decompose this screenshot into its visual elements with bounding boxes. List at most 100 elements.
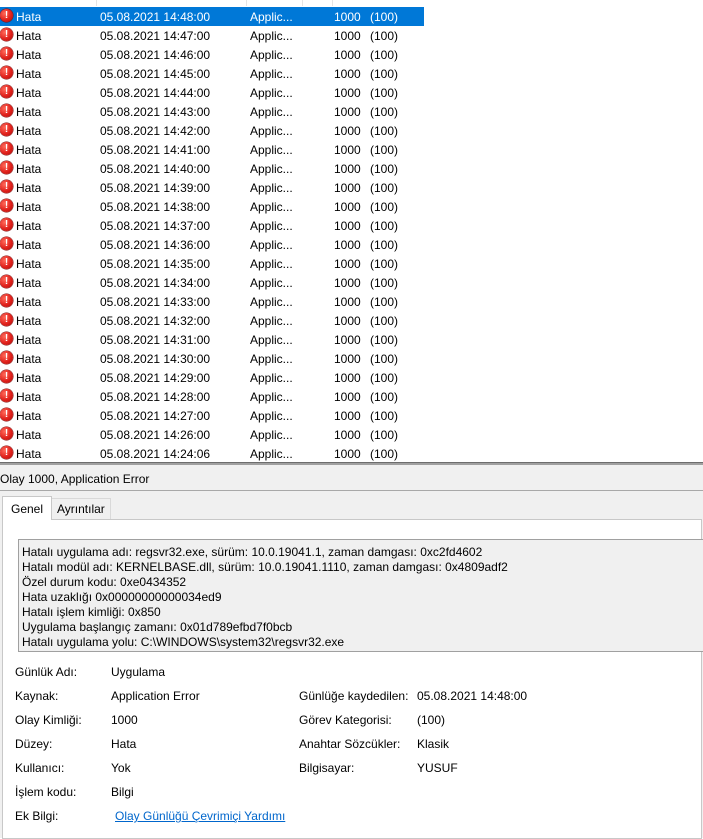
- event-level: Hata: [16, 67, 42, 81]
- event-source: Applic...: [250, 428, 293, 442]
- event-id: 1000: [334, 105, 361, 119]
- event-row[interactable]: ! Hata 05.08.2021 14:46:00 Applic... 1000 (10…: [0, 45, 703, 64]
- event-category: (100): [370, 314, 399, 328]
- event-row[interactable]: ! Hata 05.08.2021 14:31:00 Applic... 1000 (10…: [0, 330, 703, 349]
- event-row[interactable]: ! Hata 05.08.2021 14:47:00 Applic... 1000 (10…: [0, 26, 703, 45]
- event-row[interactable]: ! Hata 05.08.2021 14:28:00 Applic... 1000 (10…: [0, 387, 703, 406]
- event-row[interactable]: ! Hata 05.08.2021 14:36:00 Applic... 1000 (10…: [0, 235, 703, 254]
- event-source: Applic...: [250, 295, 293, 309]
- error-icon: !: [0, 104, 13, 117]
- event-row[interactable]: ! Hata 05.08.2021 14:38:00 Applic... 1000 (10…: [0, 197, 703, 216]
- event-level: Hata: [16, 10, 42, 24]
- event-date: 05.08.2021 14:26:00: [100, 428, 211, 442]
- event-source: Applic...: [250, 390, 293, 404]
- event-row[interactable]: ! Hata 05.08.2021 14:42:00 Applic... 1000 (10…: [0, 121, 703, 140]
- event-id: 1000: [334, 238, 361, 252]
- event-id: 1000: [334, 295, 361, 309]
- event-category: (100): [370, 333, 399, 347]
- tab-genel[interactable]: Genel: [2, 496, 53, 520]
- event-level: Hata: [16, 314, 42, 328]
- computer-label: Bilgisayar:: [299, 761, 355, 775]
- error-icon: !: [0, 256, 13, 269]
- event-row[interactable]: ! Hata 05.08.2021 14:32:00 Applic... 1000 (10…: [0, 311, 703, 330]
- error-icon: !: [0, 446, 13, 459]
- error-icon: !: [0, 142, 13, 155]
- event-id: 1000: [334, 200, 361, 214]
- event-category: (100): [370, 162, 399, 176]
- event-source: Applic...: [250, 48, 293, 62]
- event-source: Applic...: [250, 67, 293, 81]
- event-source: Applic...: [250, 219, 293, 233]
- event-row[interactable]: ! Hata 05.08.2021 14:30:00 Applic... 1000 (10…: [0, 349, 703, 368]
- event-row[interactable]: ! Hata 05.08.2021 14:41:00 Applic... 1000 (10…: [0, 140, 703, 159]
- event-list[interactable]: ! Hata 05.08.2021 14:48:00 Applic... 1000 (10…: [0, 0, 703, 462]
- event-category: (100): [370, 181, 399, 195]
- event-level: Hata: [16, 390, 42, 404]
- event-row[interactable]: ! Hata 05.08.2021 14:43:00 Applic... 1000 (10…: [0, 102, 703, 121]
- event-row[interactable]: ! Hata 05.08.2021 14:40:00 Applic... 1000 (10…: [0, 159, 703, 178]
- log-name-label: Günlük Adı:: [15, 665, 78, 679]
- event-description[interactable]: Hatalı uygulama adı: regsvr32.exe, sürüm…: [18, 539, 703, 652]
- event-id: 1000: [334, 333, 361, 347]
- column-separator[interactable]: [246, 0, 247, 6]
- event-source: Applic...: [250, 409, 293, 423]
- event-source: Applic...: [250, 257, 293, 271]
- event-category: (100): [370, 29, 399, 43]
- event-level: Hata: [16, 295, 42, 309]
- event-category: (100): [370, 352, 399, 366]
- event-level: Hata: [16, 143, 42, 157]
- event-details-pane: Olay 1000, Application Error Genel Ayrın…: [0, 465, 703, 839]
- error-icon: !: [0, 237, 13, 250]
- event-id: 1000: [334, 428, 361, 442]
- event-row[interactable]: ! Hata 05.08.2021 14:27:00 Applic... 1000 (10…: [0, 406, 703, 425]
- event-level: Hata: [16, 219, 42, 233]
- event-date: 05.08.2021 14:39:00: [100, 181, 211, 195]
- event-row[interactable]: ! Hata 05.08.2021 14:39:00 Applic... 1000 (10…: [0, 178, 703, 197]
- error-icon: !: [0, 351, 13, 364]
- source-value: Application Error: [111, 689, 200, 703]
- event-id: 1000: [334, 371, 361, 385]
- event-source: Applic...: [250, 371, 293, 385]
- event-row[interactable]: ! Hata 05.08.2021 14:45:00 Applic... 1000 (10…: [0, 64, 703, 83]
- event-date: 05.08.2021 14:40:00: [100, 162, 211, 176]
- column-separator[interactable]: [96, 0, 97, 6]
- event-category: (100): [370, 409, 399, 423]
- event-row[interactable]: ! Hata 05.08.2021 14:37:00 Applic... 1000 (10…: [0, 216, 703, 235]
- log-name-value: Uygulama: [111, 665, 166, 679]
- tab-panel-genel: Hatalı uygulama adı: regsvr32.exe, sürüm…: [2, 519, 703, 839]
- event-row[interactable]: ! Hata 05.08.2021 14:33:00 Applic... 1000 (10…: [0, 292, 703, 311]
- event-row[interactable]: ! Hata 05.08.2021 14:48:00 Applic... 1000 (10…: [0, 7, 703, 26]
- online-help-link[interactable]: Olay Günlüğü Çevrimiçi Yardımı: [115, 809, 285, 823]
- event-date: 05.08.2021 14:31:00: [100, 333, 211, 347]
- event-category: (100): [370, 428, 399, 442]
- event-category: (100): [370, 86, 399, 100]
- opcode-value: Bilgi: [111, 785, 134, 799]
- event-date: 05.08.2021 14:24:06: [100, 447, 211, 461]
- event-date: 05.08.2021 14:43:00: [100, 105, 211, 119]
- event-level: Hata: [16, 124, 42, 138]
- column-separator[interactable]: [302, 0, 303, 6]
- error-icon: !: [0, 66, 13, 79]
- event-row[interactable]: ! Hata 05.08.2021 14:34:00 Applic... 1000 (10…: [0, 273, 703, 292]
- column-separator[interactable]: [332, 0, 333, 6]
- error-icon: !: [0, 427, 13, 440]
- tab-ayrintilar[interactable]: Ayrıntılar: [51, 498, 111, 519]
- event-row[interactable]: ! Hata 05.08.2021 14:35:00 Applic... 1000 (10…: [0, 254, 703, 273]
- event-id: 1000: [334, 276, 361, 290]
- error-icon: !: [0, 180, 13, 193]
- event-row[interactable]: ! Hata 05.08.2021 14:44:00 Applic... 1000 (10…: [0, 83, 703, 102]
- event-row[interactable]: ! Hata 05.08.2021 14:24:06 Applic... 1000 (10…: [0, 444, 703, 462]
- description-line: Hatalı modül adı: KERNELBASE.dll, sürüm:…: [22, 560, 508, 574]
- event-row[interactable]: ! Hata 05.08.2021 14:26:00 Applic... 1000 (10…: [0, 425, 703, 444]
- event-category: (100): [370, 105, 399, 119]
- event-date: 05.08.2021 14:38:00: [100, 200, 211, 214]
- description-line: Özel durum kodu: 0xe0434352: [22, 575, 187, 589]
- event-date: 05.08.2021 14:32:00: [100, 314, 211, 328]
- event-date: 05.08.2021 14:46:00: [100, 48, 211, 62]
- event-row[interactable]: ! Hata 05.08.2021 14:29:00 Applic... 1000 (10…: [0, 368, 703, 387]
- event-id: 1000: [334, 48, 361, 62]
- error-icon: !: [0, 218, 13, 231]
- event-id: 1000: [334, 447, 361, 461]
- opcode-label: İşlem kodu:: [15, 785, 77, 799]
- event-date: 05.08.2021 14:33:00: [100, 295, 211, 309]
